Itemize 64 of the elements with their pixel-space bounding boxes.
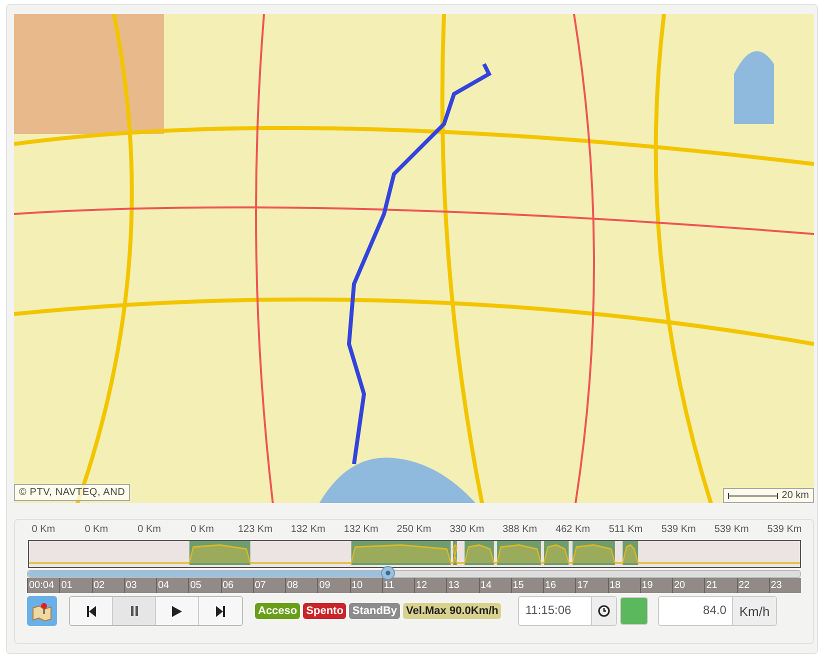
clock-icon (598, 605, 610, 618)
hour-label: 20 (672, 578, 704, 594)
hour-label: 00:04 (27, 578, 60, 594)
distance-label: 132 Km (290, 523, 326, 538)
scale-label: 20 km (782, 490, 809, 502)
hour-label: 13 (446, 578, 478, 594)
distance-label: 511 Km (608, 523, 644, 538)
hour-label: 03 (124, 578, 156, 594)
hour-label: 06 (220, 578, 253, 594)
map-button[interactable] (27, 596, 57, 626)
skip-back-button[interactable] (70, 597, 113, 626)
hour-label: 14 (478, 578, 511, 594)
hour-label: 08 (285, 578, 318, 594)
hour-label: 04 (156, 578, 188, 594)
speed-field[interactable]: 84.0 Km/h (658, 596, 777, 626)
time-value: 11:15:06 (524, 602, 572, 620)
distance-label: 330 Km (448, 523, 486, 538)
hour-label: 17 (575, 578, 608, 594)
map-pin-icon (31, 600, 53, 622)
skip-back-icon (86, 606, 96, 617)
hour-label: 10 (350, 578, 382, 594)
time-field[interactable]: 11:15:06 (518, 596, 618, 626)
hour-label: 01 (59, 578, 92, 594)
distance-label: 132 Km (342, 523, 380, 538)
map-attribution: © PTV, NAVTEQ, AND (14, 484, 130, 502)
distance-label: 539 Km (766, 523, 803, 538)
distance-label: 250 Km (396, 523, 432, 538)
hour-label: 18 (608, 578, 640, 594)
pause-button[interactable] (113, 597, 156, 626)
hour-label: 12 (414, 578, 446, 594)
scale-bar-icon (728, 492, 778, 499)
map[interactable]: © PTV, NAVTEQ, AND 20 km (14, 14, 814, 504)
hour-label: 16 (543, 578, 576, 594)
speed-value: 84.0 (702, 602, 728, 620)
skip-forward-button[interactable] (199, 597, 242, 626)
hour-label: 07 (252, 578, 285, 594)
legend-badge: StandBy (349, 603, 400, 620)
legend-badge: Spento (303, 603, 346, 620)
hour-label: 22 (736, 578, 769, 594)
distance-label: 539 Km (660, 523, 697, 538)
legend-badge: Vel.Max 90.0Km/h (403, 603, 502, 620)
pause-icon (130, 606, 138, 616)
play-button[interactable] (156, 597, 199, 626)
distance-label: 462 Km (554, 523, 592, 538)
hour-label: 05 (188, 578, 220, 594)
speed-unit: Km/h (732, 597, 776, 626)
distance-label: 0 Km (30, 523, 56, 538)
skip-forward-icon (216, 606, 225, 617)
clock-button[interactable] (591, 597, 616, 626)
distance-label: 123 Km (236, 523, 274, 538)
legend-badge: Acceso (255, 603, 300, 620)
hour-label: 02 (92, 578, 124, 594)
hour-label: 11 (382, 578, 414, 594)
distance-label: 0 Km (190, 523, 215, 538)
distance-label: 0 Km (84, 523, 110, 538)
hour-label: 23 (768, 578, 801, 594)
distance-label: 388 Km (502, 523, 538, 538)
hour-label: 19 (640, 578, 672, 594)
distance-label: 539 Km (713, 523, 750, 538)
hour-label: 09 (317, 578, 350, 594)
hour-label: 21 (704, 578, 736, 594)
play-icon (172, 606, 182, 617)
distance-label: 0 Km (136, 523, 162, 538)
hour-label: 15 (510, 578, 543, 594)
